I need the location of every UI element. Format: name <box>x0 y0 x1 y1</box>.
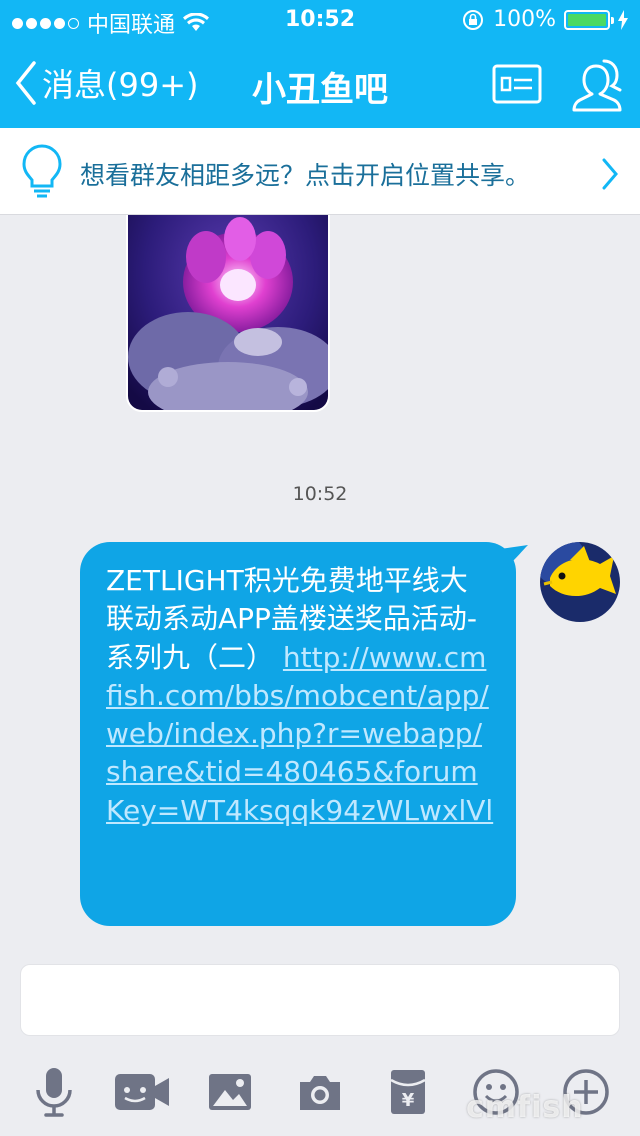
navigation-bar: 消息(99+) 小丑鱼吧 <box>0 40 640 128</box>
charging-icon <box>618 9 628 30</box>
message-timestamp: 10:52 <box>292 483 348 505</box>
location-share-tip[interactable]: 想看群友相距多远？点击开启位置共享。 <box>0 128 640 215</box>
message-bubble[interactable]: ZETLIGHT积光免费地平线大联动系动APP盖楼送奖品活动-系列九（二） ht… <box>80 542 516 926</box>
back-label: 消息(99+) <box>42 66 199 104</box>
lightbulb-icon <box>22 144 62 198</box>
svg-text:¥: ¥ <box>402 1090 415 1111</box>
group-members-icon[interactable] <box>570 58 626 112</box>
microphone-icon[interactable] <box>24 1062 84 1122</box>
coral-image[interactable] <box>126 215 330 412</box>
chevron-left-icon <box>15 61 36 105</box>
tip-text: 想看群友相距多远？点击开启位置共享。 <box>80 161 531 190</box>
rotation-lock-icon <box>463 9 484 30</box>
watermark: cmfish <box>466 1090 584 1125</box>
chat-area[interactable]: 10:52 ZETLIGHT积光免费地平线大联动系动APP盖楼送奖品活动-系列九… <box>0 215 640 960</box>
image-icon[interactable] <box>200 1062 260 1122</box>
status-bar: 中国联通 10:52 100% <box>0 0 640 40</box>
red-packet-icon[interactable]: ¥ <box>378 1062 438 1122</box>
back-button[interactable]: 消息(99+) <box>14 60 199 106</box>
battery-percent: 100% <box>493 7 556 32</box>
chevron-right-icon <box>602 158 618 190</box>
message-input[interactable] <box>20 964 620 1036</box>
group-card-icon[interactable] <box>492 64 542 104</box>
battery-icon <box>564 9 614 30</box>
video-icon[interactable] <box>112 1062 172 1122</box>
camera-icon[interactable] <box>290 1062 350 1122</box>
avatar[interactable] <box>540 542 620 622</box>
